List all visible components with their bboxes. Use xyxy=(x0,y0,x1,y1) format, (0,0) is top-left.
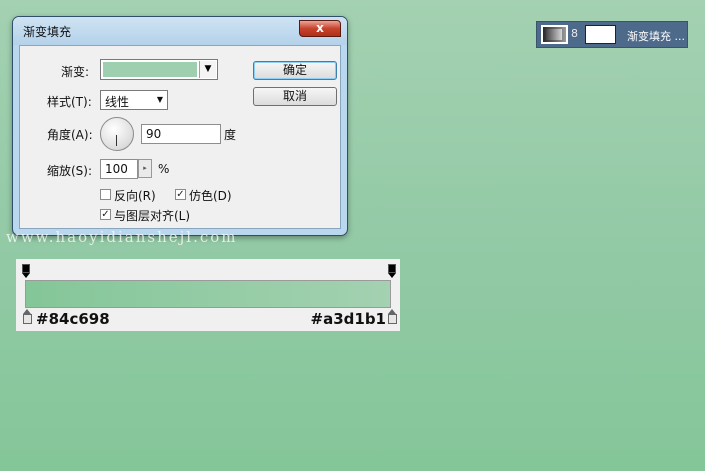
layer-name[interactable]: 渐变填充 ... xyxy=(627,28,685,44)
gradient-picker[interactable]: ▼ xyxy=(100,59,218,80)
style-label: 样式(T): xyxy=(47,95,92,109)
gradient-fill-dialog: 渐变填充 x 渐变: ▼ 样式(T): 线性 ▼ 角度(A): 90 度 缩放(… xyxy=(12,16,348,236)
watermark: www.haoyidianshejl.com xyxy=(6,228,238,246)
angle-dial-hand xyxy=(116,135,117,146)
end-color-hex: #a3d1b1 xyxy=(310,310,386,328)
ok-button[interactable]: 确定 xyxy=(253,61,337,80)
cancel-button[interactable]: 取消 xyxy=(253,87,337,106)
dither-checkbox[interactable]: ✓ xyxy=(175,189,186,200)
dialog-title: 渐变填充 xyxy=(23,25,72,39)
dither-label[interactable]: 仿色(D) xyxy=(189,187,232,204)
chevron-down-icon: ▼ xyxy=(156,95,163,104)
opacity-stop-right[interactable] xyxy=(388,264,396,278)
style-select-value: 线性 xyxy=(105,95,130,109)
angle-label: 角度(A): xyxy=(47,128,93,142)
style-select[interactable]: 线性 ▼ xyxy=(100,90,168,110)
scale-unit: % xyxy=(158,162,170,176)
layer-mask-thumbnail[interactable] xyxy=(585,25,616,44)
close-icon: x xyxy=(316,21,324,35)
chevron-right-icon: ▸ xyxy=(143,164,147,172)
layer-row[interactable]: 8 渐变填充 ... xyxy=(536,21,688,48)
check-icon: ✓ xyxy=(101,209,110,220)
reverse-label[interactable]: 反向(R) xyxy=(114,187,156,204)
align-with-layer-label[interactable]: 与图层对齐(L) xyxy=(114,207,190,224)
link-icon[interactable]: 8 xyxy=(571,27,578,40)
angle-unit: 度 xyxy=(224,128,237,142)
close-button[interactable]: x xyxy=(299,20,341,37)
gradient-swatch[interactable] xyxy=(103,62,197,77)
gradient-dropdown-button[interactable]: ▼ xyxy=(199,61,216,78)
align-with-layer-checkbox[interactable]: ✓ xyxy=(100,209,111,220)
start-color-hex: #84c698 xyxy=(36,310,110,328)
chevron-down-icon: ▼ xyxy=(204,64,212,74)
dialog-titlebar[interactable]: 渐变填充 x xyxy=(13,17,347,45)
check-icon: ✓ xyxy=(176,189,185,200)
scale-slider-button[interactable]: ▸ xyxy=(138,159,152,178)
color-stop-left[interactable] xyxy=(23,309,32,324)
opacity-stop-left[interactable] xyxy=(22,264,30,278)
reverse-checkbox[interactable] xyxy=(100,189,111,200)
gradient-label: 渐变: xyxy=(61,65,90,79)
angle-input[interactable]: 90 xyxy=(141,124,221,144)
gradient-preview-bar[interactable] xyxy=(25,280,391,308)
scale-label: 缩放(S): xyxy=(47,164,93,178)
gradient-editor: #84c698 #a3d1b1 xyxy=(16,259,400,331)
gradient-layer-thumbnail[interactable] xyxy=(541,25,568,44)
color-stop-right[interactable] xyxy=(388,309,397,324)
angle-dial[interactable] xyxy=(100,117,134,151)
dialog-body: 渐变: ▼ 样式(T): 线性 ▼ 角度(A): 90 度 缩放(S): 100… xyxy=(19,45,341,229)
scale-input[interactable]: 100 xyxy=(100,159,138,179)
